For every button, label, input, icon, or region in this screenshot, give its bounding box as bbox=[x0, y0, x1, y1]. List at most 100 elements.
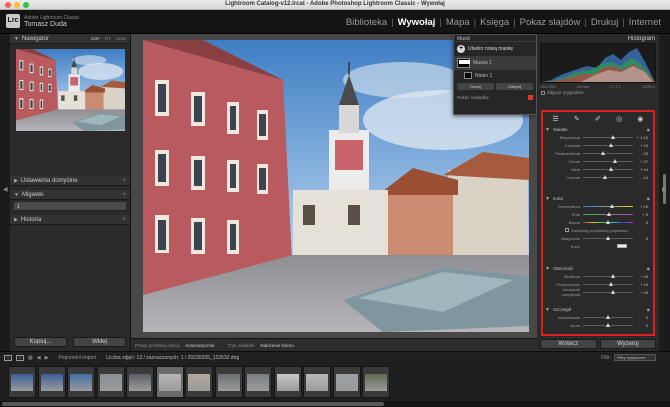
previous-button[interactable]: Wstecz bbox=[540, 339, 597, 349]
module-6[interactable]: Internet bbox=[626, 17, 664, 28]
module-3[interactable]: Księga bbox=[477, 17, 512, 28]
collapse-right-icon[interactable]: ▶ bbox=[662, 186, 667, 193]
zoom-fit-option[interactable]: DOP bbox=[91, 36, 100, 41]
mask-component-item[interactable]: Niebo 1 bbox=[454, 70, 536, 81]
filmstrip-thumbnail[interactable] bbox=[155, 366, 184, 398]
original-photo-toggle[interactable]: Zdjęcie oryginalne bbox=[541, 90, 655, 95]
filmstrip-thumbnail[interactable] bbox=[37, 366, 66, 398]
slider-thumb[interactable] bbox=[601, 150, 605, 155]
show-edit-select[interactable]: Automatycznie bbox=[185, 343, 215, 348]
slider-track[interactable] bbox=[583, 235, 633, 240]
slider-value[interactable]: + 15 bbox=[633, 204, 648, 209]
slider-thumb[interactable] bbox=[602, 174, 607, 179]
collapse-triangle-icon[interactable]: ▼ bbox=[14, 192, 19, 198]
slider-track[interactable] bbox=[583, 142, 633, 147]
reset-button[interactable]: Wyzeruj bbox=[599, 339, 656, 349]
slider-track[interactable] bbox=[583, 150, 633, 155]
slider-thumb[interactable] bbox=[611, 289, 615, 294]
show-overlay-row[interactable]: Pokaż nakładkę bbox=[454, 92, 536, 103]
slider-thumb[interactable] bbox=[611, 273, 615, 278]
section-header[interactable]: ▼ Szczegół ◉ bbox=[545, 306, 650, 313]
subtract-from-mask-button[interactable]: Odejmij bbox=[496, 83, 533, 90]
section-header[interactable]: ▼ Obecność ◉ bbox=[545, 265, 650, 272]
slider-value[interactable]: - 23 bbox=[633, 151, 648, 156]
slider-thumb[interactable] bbox=[610, 203, 614, 208]
slider-thumb[interactable] bbox=[609, 166, 613, 171]
slider-value[interactable]: 0 bbox=[633, 236, 648, 241]
overlay-color-swatch[interactable] bbox=[528, 95, 533, 100]
filmstrip-thumbnail[interactable] bbox=[332, 366, 361, 398]
slider-thumb[interactable] bbox=[606, 235, 610, 240]
add-to-mask-button[interactable]: Dodaj bbox=[457, 83, 494, 90]
visibility-icon[interactable]: ◉ bbox=[647, 307, 651, 312]
module-1[interactable]: Wywołaj bbox=[395, 17, 439, 28]
slider-thumb[interactable] bbox=[608, 281, 613, 286]
right-panel-scrollbar[interactable]: ▶ bbox=[659, 34, 670, 351]
monitor-2-icon[interactable]: 2 bbox=[16, 354, 24, 361]
section-header[interactable]: ▼ Kolor ◉ bbox=[545, 195, 650, 202]
slider-value[interactable]: 0 bbox=[633, 315, 648, 320]
collapse-triangle-icon[interactable]: ▼ bbox=[14, 36, 19, 42]
collapse-left-icon[interactable]: ◀ bbox=[3, 186, 8, 193]
visibility-icon[interactable]: ◉ bbox=[647, 266, 651, 271]
filmstrip-thumbnail[interactable] bbox=[126, 366, 154, 398]
slider-track[interactable] bbox=[583, 322, 633, 327]
slider-value[interactable]: 0 bbox=[633, 220, 648, 225]
navigator-header[interactable]: ▼ Nawigator DOP FIT 100% bbox=[10, 34, 130, 44]
grid-view-icon[interactable]: ▦ bbox=[28, 355, 33, 361]
create-mask-button[interactable]: + Utwórz nową maskę bbox=[454, 42, 536, 56]
snapshots-header[interactable]: ▼ Migawki + bbox=[10, 190, 130, 200]
snapshot-item[interactable]: 1 bbox=[14, 202, 126, 211]
overlay-mode-select[interactable]: Nałożenie koloru bbox=[260, 343, 294, 348]
slider-thumb[interactable] bbox=[606, 322, 610, 327]
expand-triangle-icon[interactable]: ▶ bbox=[14, 178, 18, 184]
slider-value[interactable]: + 1,10 bbox=[633, 135, 648, 140]
section-header[interactable]: ▼ Światło ◉ bbox=[545, 126, 650, 133]
slider-track[interactable] bbox=[583, 281, 633, 286]
filmstrip-thumbnail[interactable] bbox=[273, 366, 302, 398]
history-header[interactable]: ▶ Historia × bbox=[10, 215, 130, 225]
color-swatch[interactable] bbox=[617, 244, 627, 248]
module-5[interactable]: Drukuj bbox=[588, 17, 621, 28]
slider-track[interactable] bbox=[583, 289, 633, 294]
slider-value[interactable]: + 20 bbox=[633, 274, 648, 279]
slider-value[interactable]: + 10 bbox=[633, 143, 648, 148]
slider-track[interactable] bbox=[583, 166, 633, 171]
slider-track[interactable] bbox=[583, 134, 633, 139]
navigator-preview[interactable] bbox=[16, 49, 125, 131]
copy-button[interactable]: Kopiuj... bbox=[14, 337, 67, 347]
left-panel-toggle[interactable]: ◀ bbox=[0, 34, 10, 351]
histogram-title[interactable]: Histogram bbox=[537, 34, 659, 43]
scrollbar-thumb[interactable] bbox=[2, 402, 384, 406]
slider-thumb[interactable] bbox=[607, 211, 611, 216]
slider-thumb[interactable] bbox=[606, 219, 610, 224]
monitor-1-icon[interactable]: 1 bbox=[4, 354, 12, 361]
filmstrip-thumbnail[interactable] bbox=[8, 366, 36, 398]
add-snapshot-icon[interactable]: + bbox=[122, 192, 126, 198]
module-2[interactable]: Mapa bbox=[443, 17, 473, 28]
filmstrip-thumbnail[interactable] bbox=[362, 366, 390, 398]
source-label[interactable]: Poprzedni import bbox=[58, 355, 96, 361]
filmstrip-thumbnail[interactable] bbox=[96, 366, 125, 398]
expand-triangle-icon[interactable]: ▶ bbox=[14, 217, 18, 223]
histogram[interactable] bbox=[540, 43, 656, 83]
clear-history-icon[interactable]: × bbox=[122, 217, 126, 223]
slider-thumb[interactable] bbox=[612, 158, 617, 163]
slider-value[interactable]: - 14 bbox=[633, 175, 648, 180]
slider-value[interactable]: + 14 bbox=[633, 167, 648, 172]
slider-track[interactable] bbox=[583, 174, 633, 179]
checkbox-icon[interactable] bbox=[541, 90, 545, 95]
visibility-icon[interactable]: ◉ bbox=[647, 196, 651, 201]
filmstrip-thumbnail[interactable] bbox=[303, 366, 331, 398]
identity-user-name[interactable]: Tomasz Duda bbox=[24, 21, 67, 28]
preserve-checkbox-row[interactable]: Zachowaj przybliżony poprawkę bbox=[545, 226, 650, 234]
slider-thumb[interactable] bbox=[606, 314, 610, 319]
prev-arrow-icon[interactable]: ◀ bbox=[37, 355, 41, 361]
slider-track[interactable] bbox=[583, 273, 633, 278]
presets-header[interactable]: ▶ Ustawienia domyślne + bbox=[10, 176, 130, 186]
slider-value[interactable]: + 5 bbox=[633, 212, 648, 217]
collapse-triangle-icon[interactable]: ▼ bbox=[545, 307, 550, 313]
slider-track[interactable] bbox=[583, 211, 633, 216]
zoom-100-option[interactable]: 100% bbox=[116, 36, 126, 41]
next-arrow-icon[interactable]: ▶ bbox=[45, 355, 49, 361]
